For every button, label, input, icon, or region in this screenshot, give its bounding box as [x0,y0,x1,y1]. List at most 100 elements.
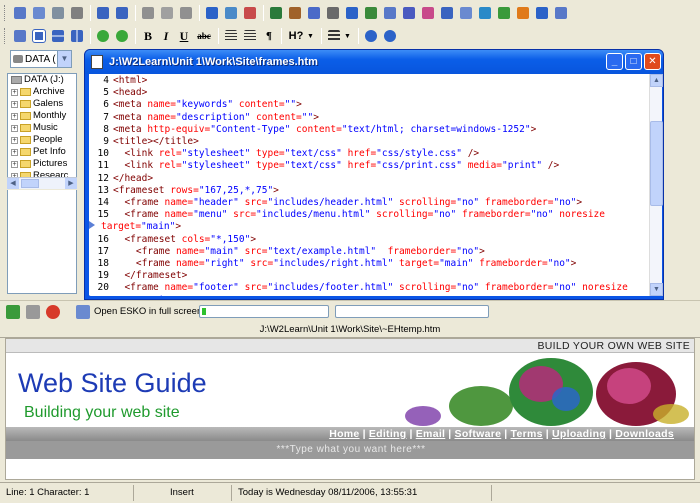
nav-link-downloads[interactable]: Downloads [615,428,674,440]
line-number: 4 [103,75,109,86]
expand-icon[interactable]: + [11,136,18,144]
nav-link-software[interactable]: Software [455,428,502,440]
code-token: "no" [553,282,577,294]
cut-icon[interactable] [139,4,157,22]
list-icon[interactable] [325,27,343,45]
tree-item[interactable]: + Pet Info [8,146,76,158]
maximize-button[interactable]: □ [625,53,642,70]
expand-icon[interactable]: + [11,112,18,120]
page-icon[interactable] [26,304,40,319]
view-toggle-icon[interactable] [11,27,29,45]
bold-button[interactable]: B [139,29,157,44]
back-icon[interactable] [94,27,112,45]
new-file-icon[interactable] [11,4,29,22]
strikethrough-button[interactable]: abc [193,31,215,41]
minimize-button[interactable]: _ [606,53,623,70]
code-token: <frameset [124,233,182,245]
expand-icon[interactable]: + [11,160,18,168]
copy-icon[interactable] [158,4,176,22]
redo-icon[interactable] [113,4,131,22]
code-editor[interactable]: 4 <html> 5 <head> 6 <meta name="keywords" con… [89,74,649,296]
print-icon[interactable] [68,4,86,22]
paragraph-button[interactable]: ¶ [260,30,278,42]
delete-icon[interactable] [241,4,259,22]
split-view-icon[interactable] [30,27,48,45]
form-icon[interactable] [343,4,361,22]
tree-item[interactable]: + Galens [8,98,76,110]
help-icon[interactable] [514,4,532,22]
editor-titlebar[interactable]: J:\W2Learn\Unit 1\Work\Site\frames.htm _… [85,50,663,74]
nav-link-home[interactable]: Home [329,428,359,440]
horizontal-split-icon[interactable] [49,27,67,45]
scroll-right-icon[interactable]: ▶ [65,178,77,189]
heading-dropdown[interactable]: H? [285,30,307,42]
close-button[interactable]: ✕ [644,53,661,70]
code-token: "main" [439,258,474,269]
tree-item[interactable]: + Monthly [8,110,76,122]
help-icon[interactable] [381,27,399,45]
code-token: <frame [124,197,165,208]
scroll-left-icon[interactable]: ◀ [7,178,19,189]
tree-horizontal-scrollbar[interactable]: ◀ ▶ [7,177,77,189]
stop-icon[interactable] [46,304,60,319]
html-tag-icon[interactable] [286,4,304,22]
editor-vertical-scrollbar[interactable]: ▲ ▼ [649,74,663,296]
undo-icon[interactable] [94,4,112,22]
nav-link-editing[interactable]: Editing [369,428,407,440]
expand-icon[interactable]: + [11,88,18,96]
text-icon[interactable] [305,4,323,22]
toolbar-grip[interactable] [4,5,7,21]
vertical-split-icon[interactable] [68,27,86,45]
tree-item[interactable]: + Archive [8,86,76,98]
tree-item-root[interactable]: DATA (J:) [8,74,76,86]
toolbar-grip[interactable] [4,28,7,44]
find-icon[interactable] [203,4,221,22]
expand-icon[interactable]: + [11,148,18,156]
spellcheck-icon[interactable] [438,4,456,22]
scroll-up-icon[interactable]: ▲ [650,74,663,87]
nav-link-terms[interactable]: Terms [511,428,543,440]
page-icon[interactable] [552,4,570,22]
open-file-icon[interactable] [30,4,48,22]
clock-icon[interactable] [533,4,551,22]
frame-icon[interactable] [400,4,418,22]
italic-button[interactable]: I [157,29,175,44]
esko-fullscreen-button[interactable]: Open ESKO in full screen [94,306,202,317]
drive-select[interactable]: DATA ( ▼ [10,50,72,68]
align-dropdown-icon[interactable] [241,27,259,45]
chevron-down-icon[interactable]: ▼ [307,33,314,40]
code-token: noresize [576,282,628,294]
color-icon[interactable] [419,4,437,22]
globe-icon[interactable] [476,4,494,22]
chevron-down-icon[interactable]: ▼ [57,51,71,67]
list-icon[interactable] [381,4,399,22]
line-number: 5 [103,87,109,99]
table-icon[interactable] [362,4,380,22]
nav-link-email[interactable]: Email [416,428,446,440]
info-icon[interactable] [362,27,380,45]
underline-button[interactable]: U [175,29,193,44]
expand-icon[interactable]: + [11,100,18,108]
upload-icon[interactable] [495,4,513,22]
monitor-icon[interactable] [76,304,90,319]
paste-icon[interactable] [177,4,195,22]
image-icon[interactable] [267,4,285,22]
preview-icon[interactable] [457,4,475,22]
tree-item[interactable]: + Pictures [8,158,76,170]
code-line: 16 <frameset cols="*,150"> [89,233,257,246]
forward-icon[interactable] [113,27,131,45]
refresh-icon[interactable] [6,304,20,319]
expand-icon[interactable]: + [11,124,18,132]
save-icon[interactable] [49,4,67,22]
line-number: 15 [97,209,109,221]
tree-item[interactable]: + People [8,134,76,146]
font-icon[interactable] [324,4,342,22]
replace-icon[interactable] [222,4,240,22]
scroll-down-icon[interactable]: ▼ [650,283,663,296]
scroll-thumb[interactable] [650,121,663,206]
chevron-down-icon[interactable]: ▼ [344,33,351,40]
scroll-thumb[interactable] [21,179,39,188]
align-center-icon[interactable] [222,27,240,45]
nav-link-uploading[interactable]: Uploading [552,428,606,440]
tree-item[interactable]: + Music [8,122,76,134]
